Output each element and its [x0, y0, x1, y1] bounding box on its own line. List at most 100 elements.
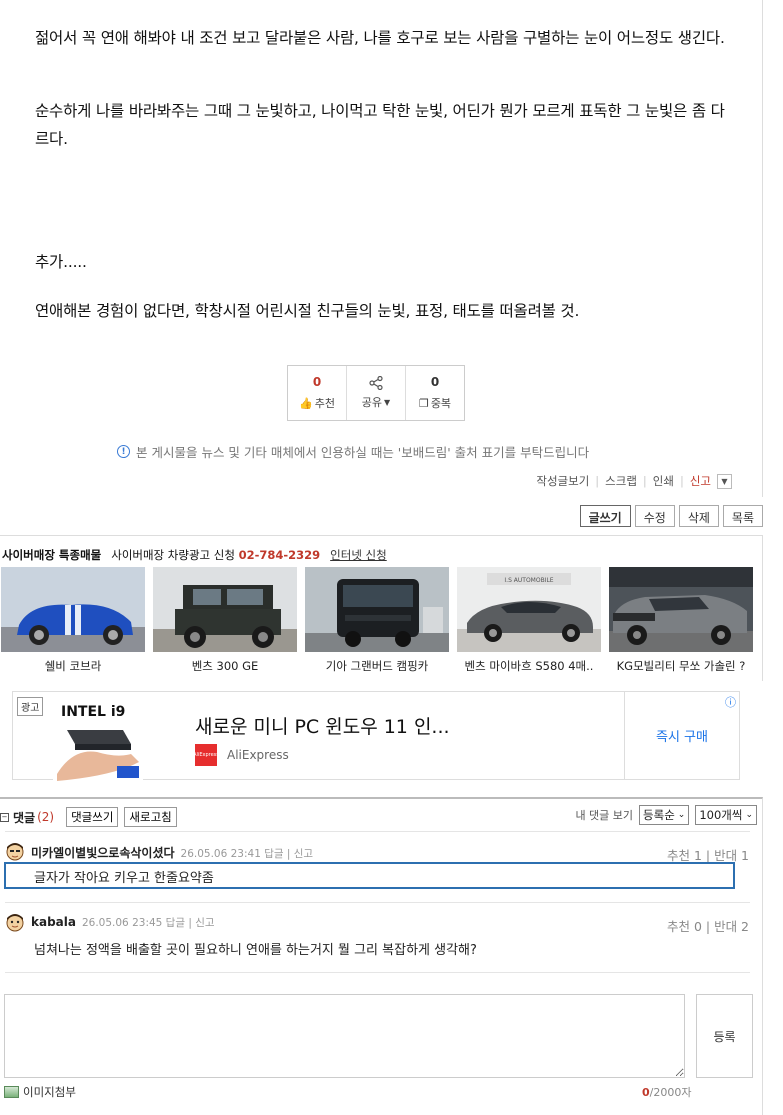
submit-comment-button[interactable]: 등록 — [696, 994, 753, 1078]
ad-brand: AliExpress AliExpress — [193, 744, 289, 766]
ad-product-image[interactable]: INTEL i9 — [53, 692, 143, 781]
comments-section: − 댓글 (2) 댓글쓰기 새로고침 내 댓글 보기 등록순 ⌄ 100개씩 ⌄ 미… — [0, 797, 763, 1115]
comment-input[interactable] — [4, 994, 685, 1078]
vote-box: 0 👍 추천 공유 ▼ 0 ❐ 중복 — [287, 365, 465, 421]
article-paragraph: 젊어서 꼭 연애 해봐야 내 조건 보고 달라붙은 사람, 나를 호구로 보는 … — [35, 29, 725, 47]
refresh-button[interactable]: 새로고침 — [124, 807, 177, 827]
divider — [5, 902, 750, 903]
comment-author[interactable]: kabala 26.05.06 23:45 답글 | 신고 — [31, 915, 215, 930]
notice-text: 본 게시물을 뉴스 및 기타 매체에서 인용하실 때는 '보배드림' 출처 표기… — [136, 445, 590, 460]
ad-badge: 광고 — [17, 697, 44, 716]
car-item[interactable]: 기아 그랜버드 캠핑카 — [305, 567, 449, 674]
online-apply-link[interactable]: 인터넷 신청 — [330, 547, 387, 563]
comment-author-name[interactable]: kabala — [31, 915, 76, 929]
comment-text: 넘쳐나는 정액을 배출할 곳이 필요하니 연애를 하는거지 뭘 그리 복잡하게 … — [34, 943, 477, 958]
svg-text:I.S AUTOMOBILE: I.S AUTOMOBILE — [504, 577, 553, 584]
scrap-link[interactable]: 스크랩 — [605, 473, 637, 489]
article-paragraph: 추가..... — [35, 253, 87, 271]
ad-title[interactable]: 새로운 미니 PC 윈도우 11 인... — [195, 712, 450, 739]
comment-text-highlighted[interactable]: 글자가 작아요 키우고 한줄요약좀 — [4, 862, 735, 889]
caret-down-icon: ▼ — [384, 397, 391, 407]
sort-select[interactable]: 등록순 ⌄ — [639, 805, 690, 825]
view-posts-link[interactable]: 작성글보기 — [536, 473, 589, 489]
edit-button[interactable]: 수정 — [634, 505, 675, 527]
comment-author-name[interactable]: 미카엘이별빛으로속삭이셨다 — [31, 846, 175, 860]
cyber-store-phone: 02-784-2329 — [238, 548, 321, 562]
cyber-store-header: 사이버매장 특종매물 사이버매장 차량광고 신청 02-784-2329 인터넷… — [2, 547, 387, 563]
comments-count: (2) — [37, 810, 55, 824]
car-image[interactable]: I.S AUTOMOBILE — [457, 567, 601, 652]
write-comment-button[interactable]: 댓글쓰기 — [66, 807, 119, 827]
ad-info-icon[interactable]: ⓘ — [725, 694, 736, 710]
info-icon: ! — [117, 445, 130, 458]
cyber-store-sub: 사이버매장 차량광고 신청 — [111, 548, 235, 562]
share-label: 공유 — [361, 396, 383, 409]
collapse-icon[interactable]: − — [0, 812, 9, 822]
car-name[interactable]: KG모빌리티 무쏘 가솔린 ? — [609, 658, 753, 674]
car-item[interactable]: I.S AUTOMOBILE 벤츠 마이바흐 S580 4매.. — [457, 567, 601, 674]
image-attach-label[interactable]: 이미지첨부 — [23, 1084, 76, 1100]
car-item[interactable]: 벤츠 300 GE — [153, 567, 297, 674]
duplicate-label: 중복 — [430, 397, 452, 410]
recommend-label: 추천 — [314, 397, 335, 410]
chevron-down-icon: ⌄ — [745, 810, 753, 820]
cyber-store-section: 사이버매장 특종매물 사이버매장 차량광고 신청 02-784-2329 인터넷… — [0, 535, 763, 681]
divider — [5, 831, 750, 832]
char-count-max: /2000자 — [649, 1086, 692, 1099]
comments-controls: 내 댓글 보기 등록순 ⌄ 100개씩 ⌄ — [575, 805, 757, 825]
share-button[interactable]: 공유 ▼ — [347, 366, 406, 420]
share-icon — [369, 376, 383, 390]
write-button[interactable]: 글쓰기 — [579, 505, 631, 527]
char-counter: 0/2000자 — [642, 1084, 691, 1100]
car-name[interactable]: 벤츠 300 GE — [153, 658, 297, 674]
report-link[interactable]: 신고 — [690, 473, 711, 489]
article-paragraph: 순수하게 나를 바라봐주는 그때 그 눈빛하고, 나이먹고 탁한 눈빛, 어딘가… — [35, 102, 725, 148]
list-button[interactable]: 목록 — [722, 505, 763, 527]
copy-icon: ❐ — [418, 396, 429, 410]
comment-meta: 26.05.06 23:41 답글 | 신고 — [180, 848, 314, 860]
comments-title: 댓글 — [13, 810, 36, 825]
separator: | — [595, 474, 600, 488]
image-attach[interactable]: 이미지첨부 — [4, 1084, 76, 1100]
comment-meta: 26.05.06 23:45 답글 | 신고 — [81, 917, 215, 929]
car-image[interactable] — [1, 567, 145, 652]
sort-value: 등록순 — [643, 808, 675, 822]
cyber-store-title: 사이버매장 특종매물 — [2, 548, 102, 562]
car-name[interactable]: 쉘비 코브라 — [1, 658, 145, 674]
car-item[interactable]: KG모빌리티 무쏘 가솔린 ? — [609, 567, 753, 674]
separator: | — [642, 474, 647, 488]
buy-now-button[interactable]: 즉시 구매 — [624, 692, 739, 779]
char-count-current: 0 — [642, 1086, 650, 1099]
car-image[interactable] — [609, 567, 753, 652]
comment-votes[interactable]: 추천 0 | 반대 2 — [667, 916, 749, 935]
print-link[interactable]: 인쇄 — [653, 473, 674, 489]
article-body: 젊어서 꼭 연애 해봐야 내 조건 보고 달라붙은 사람, 나를 호구로 보는 … — [0, 0, 763, 497]
per-page-value: 100개씩 — [699, 808, 743, 822]
per-page-select[interactable]: 100개씩 ⌄ — [695, 805, 757, 825]
post-actions: 글쓰기 수정 삭제 목록 — [579, 505, 763, 527]
car-item[interactable]: 쉘비 코브라 — [1, 567, 145, 674]
duplicate-button[interactable]: 0 ❐ 중복 — [406, 366, 464, 420]
car-image[interactable] — [305, 567, 449, 652]
car-name[interactable]: 벤츠 마이바흐 S580 4매.. — [457, 658, 601, 674]
report-dropdown-icon[interactable]: ▼ — [717, 473, 732, 489]
duplicate-count: 0 — [430, 375, 440, 389]
car-list: 쉘비 코브라 벤츠 300 GE 기아 그랜버드 캠핑카 I.S AUTOMOB… — [1, 567, 753, 674]
article-paragraph: 연애해본 경험이 없다면, 학창시절 어린시절 친구들의 눈빛, 표정, 태도를… — [35, 302, 580, 320]
car-name[interactable]: 기아 그랜버드 캠핑카 — [305, 658, 449, 674]
avatar[interactable] — [5, 841, 25, 861]
car-image[interactable] — [153, 567, 297, 652]
citation-notice: ! 본 게시물을 뉴스 및 기타 매체에서 인용하실 때는 '보배드림' 출처 … — [117, 442, 589, 461]
ad-brand-name: AliExpress — [227, 748, 289, 762]
post-meta-links: 작성글보기 | 스크랩 | 인쇄 | 신고 ▼ — [536, 473, 732, 489]
ad-banner[interactable]: 광고 INTEL i9 새로운 미니 PC 윈도우 11 인... AliExp… — [12, 691, 740, 781]
ad-product-text: INTEL i9 — [61, 704, 125, 720]
comments-header: − 댓글 (2) 댓글쓰기 새로고침 내 댓글 보기 등록순 ⌄ 100개씩 ⌄ — [0, 805, 763, 827]
comment-author[interactable]: 미카엘이별빛으로속삭이셨다 26.05.06 23:41 답글 | 신고 — [31, 844, 313, 861]
chevron-down-icon: ⌄ — [677, 810, 686, 820]
avatar[interactable] — [5, 912, 25, 932]
recommend-button[interactable]: 0 👍 추천 — [288, 366, 347, 420]
my-comments-link[interactable]: 내 댓글 보기 — [575, 807, 633, 823]
aliexpress-logo-icon: AliExpress — [193, 744, 219, 766]
delete-button[interactable]: 삭제 — [678, 505, 719, 527]
